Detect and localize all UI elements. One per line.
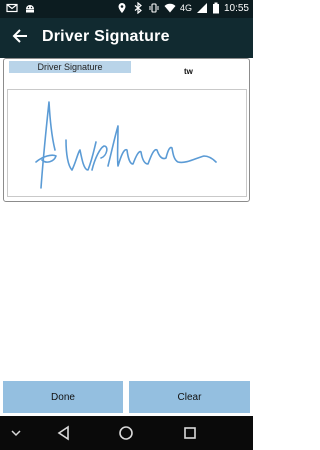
signature-pad[interactable] [7,89,247,197]
done-button[interactable]: Done [3,381,123,413]
back-triangle-icon[interactable] [55,424,73,442]
signal-icon [196,2,208,14]
android-icon [24,2,36,14]
chevron-down-icon[interactable] [7,424,25,442]
bluetooth-icon [132,1,144,15]
status-right: 4G 10:55 [116,1,249,15]
back-button[interactable] [8,26,32,50]
battery-icon [212,2,220,14]
clock: 10:55 [223,2,249,14]
signature-label: Driver Signature [9,61,131,73]
wifi-icon [164,2,176,14]
app-bar: Driver Signature [0,18,253,58]
home-circle-icon[interactable] [117,424,135,442]
signature-card: Driver Signature tw [3,58,250,202]
status-bar: 4G 10:55 [0,0,253,18]
page-title: Driver Signature [42,28,170,45]
signature-stroke [35,101,217,189]
recents-square-icon[interactable] [181,424,199,442]
status-left [6,2,36,14]
nav-bar [0,416,253,450]
arrow-back-icon [12,28,28,49]
initials-text: tw [184,67,193,76]
clear-button[interactable]: Clear [129,381,250,413]
network-label: 4G [179,3,192,13]
vibrate-icon [148,2,160,14]
location-icon [116,2,128,14]
mail-icon [6,2,18,14]
